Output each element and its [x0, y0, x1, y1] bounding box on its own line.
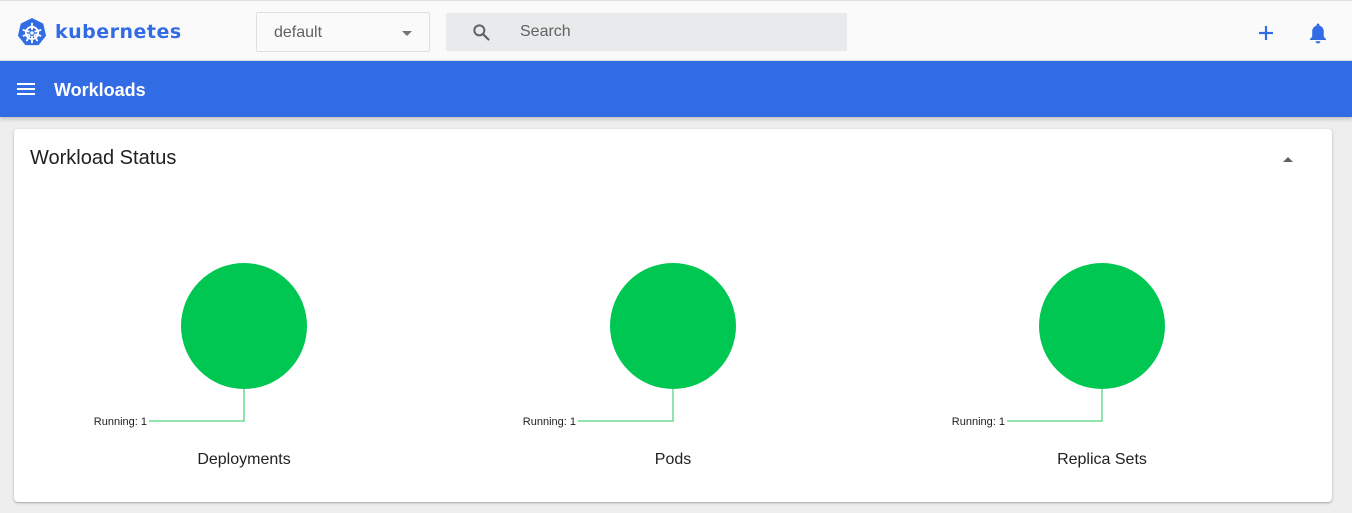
nav-header: Workloads [0, 61, 1352, 117]
status-graph-deployments: Running: 1 Deployments [94, 129, 394, 502]
namespace-select[interactable]: default [256, 12, 430, 52]
pie-chart: Running: 1 [523, 263, 736, 428]
notifications-button[interactable] [1302, 17, 1334, 49]
search-bar [446, 13, 847, 51]
graph-label: Replica Sets [1057, 451, 1147, 468]
slice-label: Running: 1 [952, 416, 1005, 428]
chevron-down-icon [402, 31, 412, 36]
collapse-button[interactable] [1278, 149, 1298, 169]
slice-label: Running: 1 [94, 416, 147, 428]
top-toolbar: kubernetes default [0, 0, 1352, 61]
graph-label: Pods [654, 451, 692, 468]
pie-chart: Running: 1 [952, 263, 1165, 428]
namespace-value: default [274, 24, 323, 41]
menu-icon[interactable] [14, 77, 38, 101]
kubernetes-logo-icon [17, 17, 47, 46]
brand-logo-link[interactable]: kubernetes [17, 16, 182, 48]
search-icon[interactable] [471, 22, 491, 42]
bell-icon [1310, 23, 1326, 44]
graph-label: Deployments [197, 451, 291, 468]
add-icon [1259, 26, 1273, 40]
search-input[interactable] [520, 21, 820, 43]
leader-line [149, 389, 245, 422]
status-graph-pods: Running: 1 Pods [523, 129, 823, 502]
pie-slice-running[interactable] [181, 263, 307, 389]
leader-line [578, 389, 674, 422]
pie-chart: Running: 1 [94, 263, 307, 428]
pie-slice-running[interactable] [1039, 263, 1165, 389]
create-button[interactable] [1250, 17, 1282, 49]
collapse-icon [1283, 157, 1293, 162]
pie-slice-running[interactable] [610, 263, 736, 389]
page-title: Workloads [54, 80, 146, 100]
leader-line [1007, 389, 1103, 422]
workload-status-card: Workload Status Running: 1 Deployments Run… [14, 129, 1332, 502]
brand-name: kubernetes [55, 21, 182, 43]
status-graph-replica-sets: Running: 1 Replica Sets [952, 129, 1252, 502]
slice-label: Running: 1 [523, 416, 576, 428]
